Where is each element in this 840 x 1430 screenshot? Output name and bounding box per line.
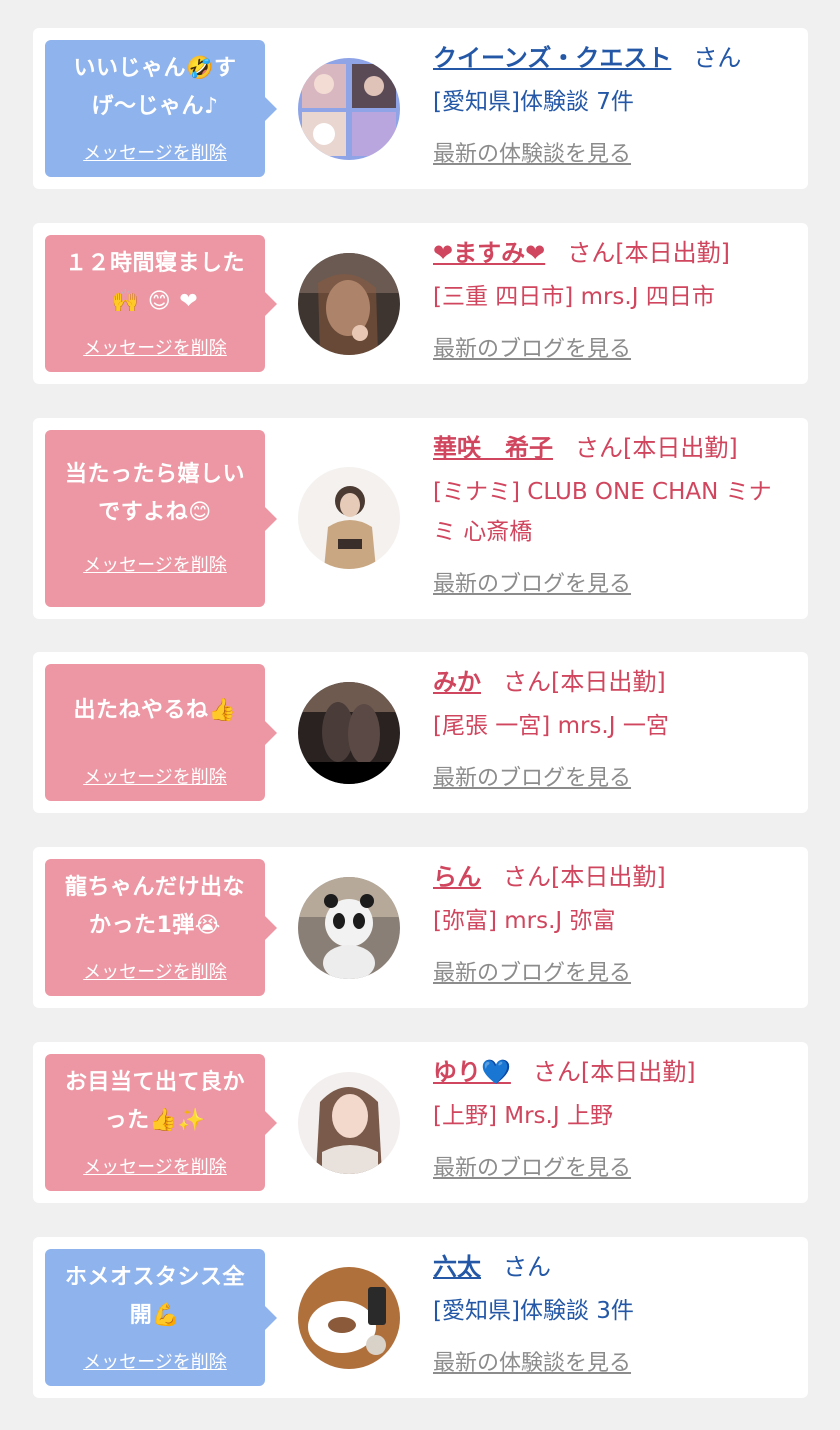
profile-subtitle-cont: ミ 心斎橋 (433, 519, 533, 545)
message-text-line-2: げ〜じゃん♪ (91, 94, 219, 119)
avatar[interactable] (298, 58, 400, 160)
message-bubble: ホメオスタシス全 開💪 メッセージを削除 (45, 1249, 277, 1386)
message-bubble: １２時間寝ました 🙌 😊 ❤ メッセージを削除 (45, 235, 277, 372)
message-list: いいじゃん🤣す げ〜じゃん♪ メッセージを削除 クイーンズ・クエスト さん [愛知… (0, 0, 840, 1430)
message-text-line-1: 当たったら嬉しい (64, 462, 245, 487)
profile-info: ❤ますみ❤ さん[本日出勤] [三重 四日市] mrs.J 四日市 最新のブログを… (433, 233, 798, 363)
profile-subtitle: [上野] Mrs.J 上野 (433, 1103, 613, 1129)
avatar-photo (298, 877, 400, 979)
profile-info: らん さん[本日出勤] [弥富] mrs.J 弥富 最新のブログを見る (433, 857, 798, 987)
avatar[interactable] (298, 1267, 400, 1369)
message-card: お目当て出て良か った👍✨ メッセージを削除 ゆり💙 さん[本日出勤] [上野] … (33, 1042, 808, 1203)
avatar[interactable] (298, 682, 400, 784)
message-text-line-2: かった1弾😭 (88, 913, 221, 938)
latest-review-link[interactable]: 最新の体験談を見る (433, 1345, 631, 1377)
profile-subtitle: [ミナミ] CLUB ONE CHAN ミナ (433, 479, 772, 505)
name-suffix: さん (693, 44, 742, 72)
latest-blog-link[interactable]: 最新のブログを見る (433, 955, 631, 987)
profile-name-link[interactable]: 華咲 希子 (433, 434, 553, 462)
profile-name-link[interactable]: ❤ますみ❤ (433, 239, 545, 267)
profile-name-link[interactable]: クイーンズ・クエスト (433, 44, 671, 72)
profile-info: 六太 さん [愛知県]体験談 3件 最新の体験談を見る (433, 1247, 798, 1377)
delete-message-link[interactable]: メッセージを削除 (45, 958, 265, 984)
profile-info: みか さん[本日出勤] [尾張 一宮] mrs.J 一宮 最新のブログを見る (433, 662, 798, 792)
profile-name-link[interactable]: ゆり💙 (433, 1058, 511, 1086)
message-card: いいじゃん🤣す げ〜じゃん♪ メッセージを削除 クイーンズ・クエスト さん [愛知… (33, 28, 808, 189)
message-card: ホメオスタシス全 開💪 メッセージを削除 六太 さん [愛知県]体験談 3件 最新… (33, 1237, 808, 1398)
latest-blog-link[interactable]: 最新のブログを見る (433, 1150, 631, 1182)
delete-message-link[interactable]: メッセージを削除 (45, 334, 265, 360)
profile-info: 華咲 希子 さん[本日出勤] [ミナミ] CLUB ONE CHAN ミナ ミ 心… (433, 428, 798, 598)
delete-message-link[interactable]: メッセージを削除 (45, 763, 265, 789)
message-bubble: 龍ちゃんだけ出な かった1弾😭 メッセージを削除 (45, 859, 277, 996)
message-text-line-1: 出たねやるね👍 (73, 698, 237, 723)
name-suffix: さん (503, 1253, 551, 1281)
latest-blog-link[interactable]: 最新のブログを見る (433, 566, 631, 598)
delete-message-link[interactable]: メッセージを削除 (45, 139, 265, 165)
message-text-line-1: お目当て出て良か (64, 1070, 245, 1095)
latest-review-link[interactable]: 最新の体験談を見る (433, 136, 631, 168)
avatar[interactable] (298, 877, 400, 979)
message-card: 龍ちゃんだけ出な かった1弾😭 メッセージを削除 らん さん[本日出勤] [弥富]… (33, 847, 808, 1008)
profile-name-link[interactable]: みか (433, 668, 481, 696)
message-card: 当たったら嬉しい ですよね😊 メッセージを削除 華咲 希子 さん[本日出勤] [ミ… (33, 418, 808, 619)
delete-message-link[interactable]: メッセージを削除 (45, 1153, 265, 1179)
message-bubble: 出たねやるね👍 メッセージを削除 (45, 664, 277, 801)
profile-subtitle: [尾張 一宮] mrs.J 一宮 (433, 713, 669, 739)
profile-name-link[interactable]: 六太 (433, 1253, 481, 1281)
profile-info: クイーンズ・クエスト さん [愛知県]体験談 7件 最新の体験談を見る (433, 38, 798, 168)
avatar-photo (298, 1072, 400, 1174)
message-text-line-1: 龍ちゃんだけ出な (64, 875, 245, 900)
delete-message-link[interactable]: メッセージを削除 (45, 1348, 265, 1374)
message-bubble: 当たったら嬉しい ですよね😊 メッセージを削除 (45, 430, 277, 607)
profile-subtitle: [愛知県]体験談 7件 (433, 89, 634, 115)
message-text-line-1: １２時間寝ました (64, 251, 245, 276)
message-text-line-2: った👍✨ (104, 1108, 206, 1133)
latest-blog-link[interactable]: 最新のブログを見る (433, 331, 631, 363)
message-bubble: お目当て出て良か った👍✨ メッセージを削除 (45, 1054, 277, 1191)
avatar-photo (298, 682, 400, 784)
delete-message-link[interactable]: メッセージを削除 (45, 551, 265, 577)
avatar-photo (298, 467, 400, 569)
message-card: １２時間寝ました 🙌 😊 ❤ メッセージを削除 ❤ますみ❤ さん[本日出勤] [三… (33, 223, 808, 384)
message-text-line-1: ホメオスタシス全 (64, 1265, 245, 1290)
profile-subtitle: [三重 四日市] mrs.J 四日市 (433, 284, 715, 310)
message-text-line-1: いいじゃん🤣す (73, 56, 237, 81)
name-suffix: さん[本日出勤] (532, 1058, 696, 1086)
name-suffix: さん[本日出勤] (503, 668, 666, 696)
name-suffix: さん[本日出勤] (575, 434, 738, 462)
name-suffix: さん[本日出勤] (567, 239, 730, 267)
avatar-collage-image (298, 58, 400, 160)
message-text-line-2: 開💪 (129, 1303, 181, 1328)
profile-subtitle: [愛知県]体験談 3件 (433, 1298, 634, 1324)
message-text-line-2: ですよね😊 (98, 500, 212, 525)
name-suffix: さん[本日出勤] (503, 863, 666, 891)
avatar[interactable] (298, 467, 400, 569)
profile-name-link[interactable]: らん (433, 863, 481, 891)
profile-subtitle: [弥富] mrs.J 弥富 (433, 908, 616, 934)
latest-blog-link[interactable]: 最新のブログを見る (433, 760, 631, 792)
avatar[interactable] (298, 253, 400, 355)
profile-info: ゆり💙 さん[本日出勤] [上野] Mrs.J 上野 最新のブログを見る (433, 1052, 798, 1182)
avatar-photo (298, 1267, 400, 1369)
message-bubble: いいじゃん🤣す げ〜じゃん♪ メッセージを削除 (45, 40, 277, 177)
avatar[interactable] (298, 1072, 400, 1174)
message-text-line-2: 🙌 😊 ❤ (111, 289, 199, 314)
message-card: 出たねやるね👍 メッセージを削除 みか さん[本日出勤] [尾張 一宮] mrs.… (33, 652, 808, 813)
avatar-photo (298, 253, 400, 355)
